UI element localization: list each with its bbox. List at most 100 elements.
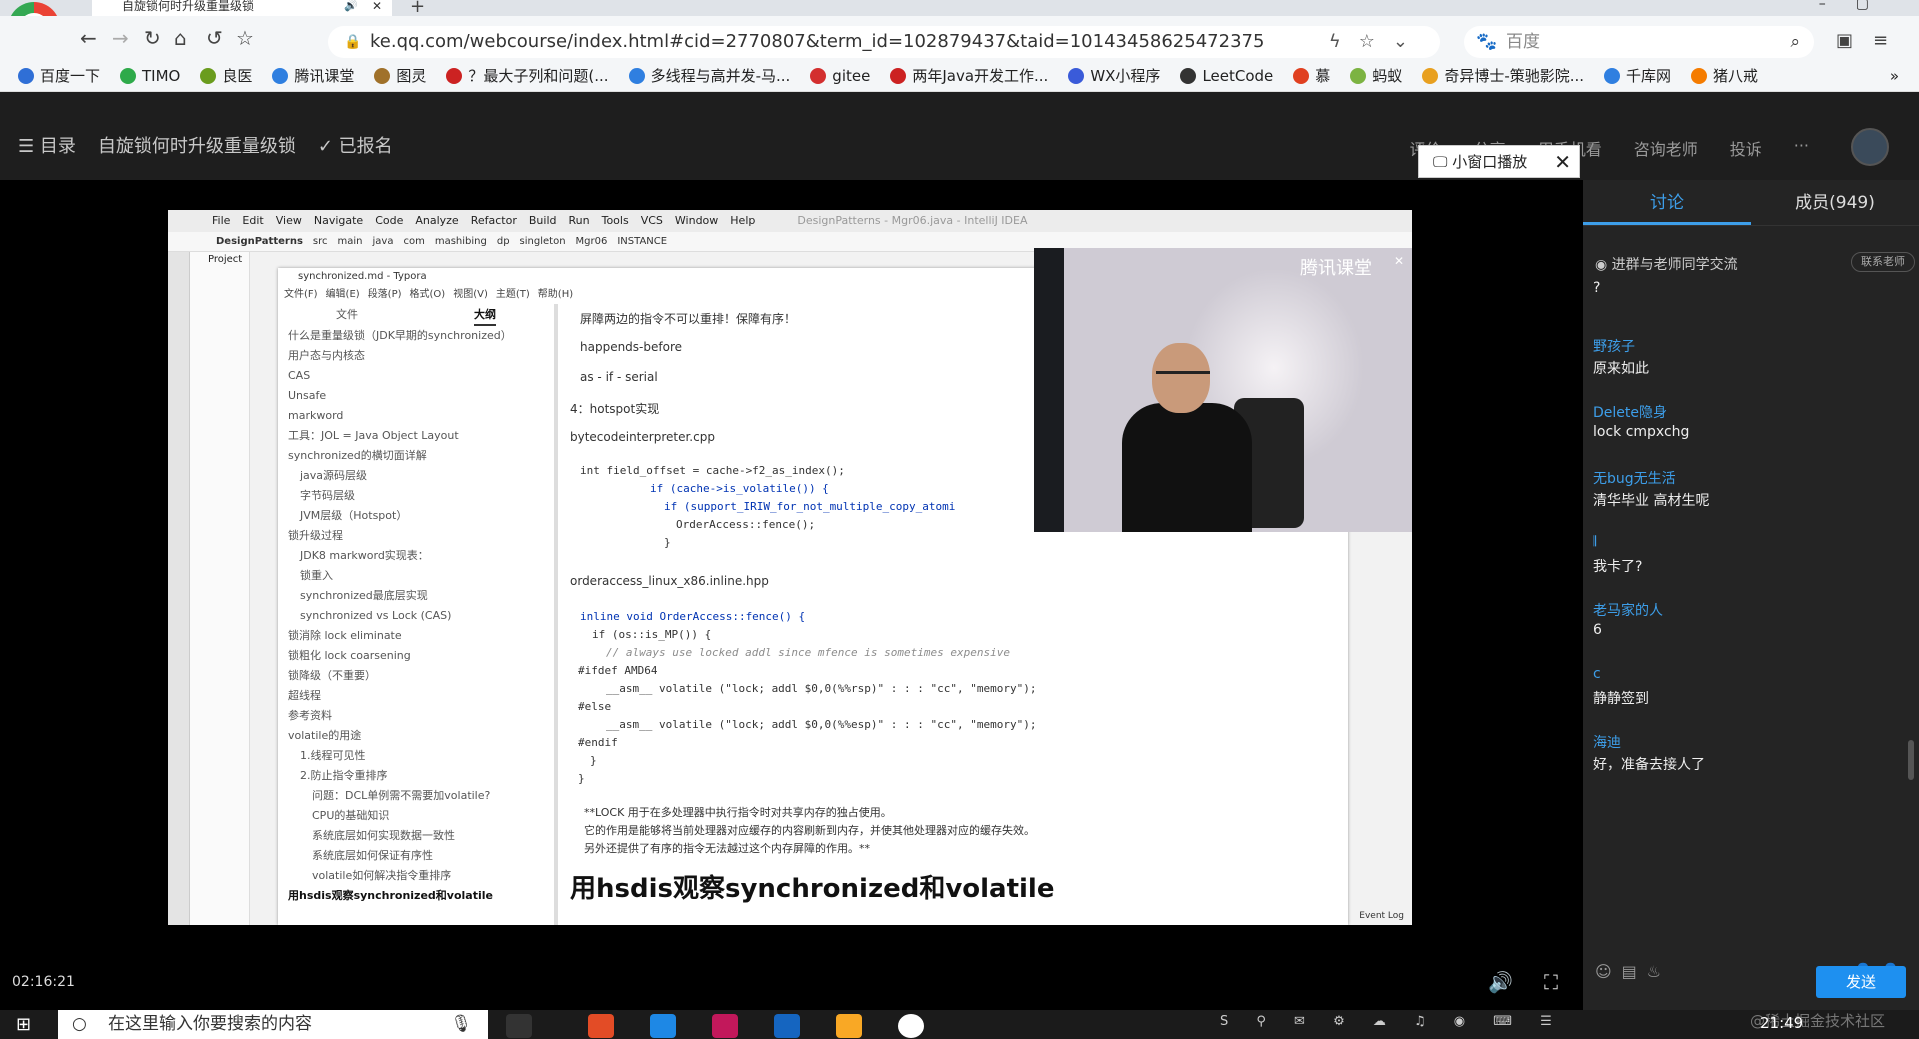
window-controls[interactable]: –▢ [1819, 0, 1899, 12]
tab-members[interactable]: 成员(949) [1751, 180, 1919, 225]
bookmark-item[interactable]: LeetCode [1180, 67, 1273, 85]
outline-item[interactable]: CAS [278, 366, 554, 386]
breadcrumb-item[interactable]: DesignPatterns [216, 236, 303, 247]
breadcrumb-item[interactable]: com [403, 236, 424, 247]
url-actions-icon[interactable]: ϟ☆⌄ [1329, 26, 1426, 58]
bookmark-item[interactable]: 腾讯课堂 [272, 65, 354, 86]
home-icon[interactable]: ⌂ [174, 26, 187, 50]
chat-username[interactable]: 海迪 [1593, 732, 1909, 754]
task-view-icon[interactable] [506, 1014, 532, 1038]
outline-item[interactable]: 锁降级（不重要） [278, 666, 554, 686]
back-icon[interactable]: ← [80, 26, 97, 50]
bookmark-item[interactable]: TIMO [120, 67, 180, 85]
outline-item[interactable]: 参考资料 [278, 706, 554, 726]
scrollbar[interactable] [1908, 740, 1914, 780]
ide-menu-item[interactable]: Tools [602, 214, 629, 227]
ide-menu-item[interactable]: Refactor [471, 214, 517, 227]
outline-item[interactable]: 锁粗化 lock coarsening [278, 646, 554, 666]
ide-menu-item[interactable]: View [276, 214, 302, 227]
bookmark-item[interactable]: 百度一下 [18, 65, 100, 86]
browser-taskbar-icon[interactable] [588, 1014, 614, 1038]
typora-menu-item[interactable]: 主题(T) [496, 289, 530, 300]
breadcrumb-item[interactable]: java [373, 236, 394, 247]
microphone-icon[interactable]: 🎙 [450, 1010, 472, 1039]
typora-menu-item[interactable]: 格式(O) [410, 289, 446, 300]
outline-item[interactable]: CPU的基础知识 [278, 806, 554, 826]
ask-teacher-button[interactable]: 咨询老师 [1634, 136, 1698, 160]
ide-menu-item[interactable]: Navigate [314, 214, 363, 227]
bookmark-item[interactable]: 猪八戒 [1691, 65, 1758, 86]
breadcrumb-item[interactable]: mashibing [435, 236, 487, 247]
outline-item[interactable]: 工具：JOL = Java Object Layout [278, 426, 554, 446]
outline-item[interactable]: 超线程 [278, 686, 554, 706]
breadcrumb-item[interactable]: main [338, 236, 363, 247]
outline-item[interactable]: JDK8 markword实现表： [278, 546, 554, 566]
outline-item[interactable]: markword [278, 406, 554, 426]
outline-item[interactable]: volatile如何解决指令重排序 [278, 866, 554, 886]
outline-item[interactable]: volatile的用途 [278, 726, 554, 746]
outline-item[interactable]: 锁升级过程 [278, 526, 554, 546]
tab-outline[interactable]: 大纲 [474, 304, 496, 326]
chat-username[interactable]: 野孩子 [1593, 336, 1909, 358]
ide-menu-item[interactable]: DesignPatterns - Mgr06.java - IntelliJ I… [797, 214, 1027, 227]
chat-username[interactable]: Delete隐身 [1593, 402, 1909, 424]
outline-item[interactable]: java源码层级 [278, 466, 554, 486]
breadcrumb-item[interactable]: src [313, 236, 328, 247]
bookmarks-more-icon[interactable]: » [1890, 67, 1899, 85]
send-button[interactable]: 发送 [1816, 966, 1906, 998]
undo-icon[interactable]: ↺ [206, 26, 223, 50]
vscode-taskbar-icon[interactable] [774, 1014, 800, 1038]
new-tab-button[interactable]: + [410, 0, 425, 17]
outline-item[interactable]: synchronized vs Lock (CAS) [278, 606, 554, 626]
ide-menu-item[interactable]: Code [375, 214, 403, 227]
fullscreen-icon[interactable]: ⛶ [1544, 970, 1558, 994]
outline-item[interactable]: 锁消除 lock eliminate [278, 626, 554, 646]
bookmark-item[interactable]: 多线程与高并发-马... [628, 65, 790, 86]
bookmark-item[interactable]: gitee [810, 67, 870, 85]
outline-item[interactable]: 用hsdis观察synchronized和volatile [278, 886, 554, 906]
ide-menu-item[interactable]: Window [675, 214, 718, 227]
outline-item[interactable]: 锁重入 [278, 566, 554, 586]
speaker-icon[interactable]: 🔊 [344, 0, 358, 12]
close-icon[interactable]: ✕ [1394, 254, 1404, 268]
outline-item[interactable]: 系统底层如何保证有序性 [278, 846, 554, 866]
outline-item[interactable]: 字节码层级 [278, 486, 554, 506]
breadcrumb-item[interactable]: dp [497, 236, 510, 247]
catalog-button[interactable]: ☰ 目录 [18, 132, 76, 158]
bookmark-item[interactable]: 蚂蚁 [1350, 65, 1402, 86]
bookmark-item[interactable]: 奇异博士-策驰影院... [1422, 65, 1584, 86]
bookmark-item[interactable]: ？最大子列和问题(... [446, 65, 609, 86]
ide-menu-item[interactable]: VCS [641, 214, 663, 227]
bookmark-item[interactable]: 两年Java开发工作... [890, 65, 1048, 86]
search-icon[interactable]: ⌕ [1790, 26, 1800, 58]
close-icon[interactable]: ✕ [372, 0, 382, 12]
outline-item[interactable]: 2.防止指令重排序 [278, 766, 554, 786]
avatar[interactable] [1851, 128, 1889, 166]
breadcrumb-item[interactable]: Mgr06 [576, 236, 608, 247]
tab-discussion[interactable]: 讨论 [1583, 180, 1751, 225]
outline-item[interactable]: 什么是重量级锁（JDK早期的synchronized） [278, 326, 554, 346]
outline-item[interactable]: 用户态与内核态 [278, 346, 554, 366]
breadcrumb-item[interactable]: singleton [520, 236, 566, 247]
forward-icon[interactable]: → [112, 26, 129, 50]
mini-window-button[interactable]: 🖵 小窗口播放 ✕ [1418, 145, 1580, 178]
ide-menu-item[interactable]: Edit [242, 214, 263, 227]
complain-button[interactable]: 投诉 [1730, 136, 1762, 160]
reload-icon[interactable]: ↻ [144, 26, 161, 50]
chat-username[interactable]: c [1593, 666, 1909, 688]
star-icon[interactable]: ☆ [236, 26, 254, 50]
ide-menu-item[interactable]: Run [569, 214, 590, 227]
typora-menu-item[interactable]: 段落(P) [368, 289, 402, 300]
ide-menu-item[interactable]: Analyze [415, 214, 458, 227]
breadcrumb-item[interactable]: INSTANCE [617, 236, 667, 247]
typora-taskbar-icon[interactable] [898, 1014, 924, 1038]
ide-menu-item[interactable]: Build [529, 214, 557, 227]
outline-item[interactable]: synchronized的横切面详解 [278, 446, 554, 466]
outline-item[interactable]: 1.线程可见性 [278, 746, 554, 766]
chat-username[interactable]: 𝄂 [1593, 534, 1909, 556]
taskbar-search-input[interactable]: ○ 在这里输入你要搜索的内容 🎙 [58, 1010, 488, 1039]
bookmark-item[interactable]: 图灵 [374, 65, 426, 86]
windows-start-icon[interactable]: ⊞ [16, 1014, 31, 1035]
search-input[interactable]: 🐾 百度 ⌕ [1464, 26, 1814, 58]
url-bar[interactable]: 🔒 ke.qq.com/webcourse/index.html#cid=277… [328, 26, 1440, 58]
